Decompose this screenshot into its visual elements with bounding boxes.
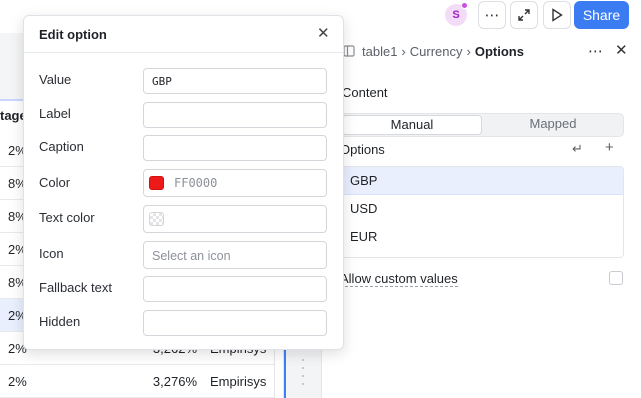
allow-custom-label: Allow custom values <box>340 271 458 287</box>
more-button[interactable]: ⋯ <box>478 1 506 29</box>
color-swatch[interactable] <box>149 176 164 190</box>
table-cell: Empirisys <box>210 374 267 389</box>
fallback-text-input[interactable] <box>143 276 327 302</box>
mode-toggle: Manual Mapped <box>340 113 624 137</box>
dialog-close-icon[interactable]: ✕ <box>317 24 330 42</box>
tab-manual[interactable]: Manual <box>342 115 482 135</box>
divider <box>24 52 343 53</box>
option-item-selected[interactable]: GBP <box>341 167 623 195</box>
color-input[interactable]: FF0000 <box>143 169 327 197</box>
transparent-swatch-icon[interactable] <box>149 212 164 226</box>
value-input[interactable]: GBP <box>143 68 327 94</box>
breadcrumb-current: Options <box>474 44 524 59</box>
text-color-input[interactable] <box>143 205 327 233</box>
option-item[interactable]: EUR <box>341 223 623 251</box>
table-cell: 2% <box>8 374 27 389</box>
icon-label: Icon <box>39 246 64 261</box>
breadcrumb-item[interactable]: table1 <box>362 44 397 59</box>
inspector-panel: table1 › Currency › Options ⋯ ✕ Content Manu… <box>321 33 641 398</box>
panel-close-icon[interactable]: ✕ <box>615 41 628 59</box>
option-item[interactable]: USD <box>341 195 623 223</box>
value-label: Value <box>39 72 72 87</box>
table-row[interactable]: 2% 3,276% Empirisys <box>0 365 275 398</box>
expand-icon <box>518 9 530 21</box>
drag-dot <box>302 359 304 361</box>
chevron-right-icon: › <box>466 44 471 59</box>
caption-input[interactable] <box>143 135 327 161</box>
icon-select[interactable]: Select an icon <box>143 241 327 269</box>
preview-button[interactable] <box>543 1 571 29</box>
hidden-input[interactable] <box>143 310 327 336</box>
user-avatar[interactable]: S <box>445 2 468 26</box>
panel-more-icon[interactable]: ⋯ <box>588 42 603 60</box>
value-text: GBP <box>152 75 172 88</box>
options-list: GBP USD EUR <box>340 166 624 258</box>
table-cell: 3,276% <box>152 374 197 389</box>
drag-dot <box>302 375 304 377</box>
section-title: Content <box>342 85 388 100</box>
share-button[interactable]: Share <box>574 1 629 29</box>
icon-placeholder: Select an icon <box>152 249 231 263</box>
fallback-text-label: Fallback text <box>39 280 112 295</box>
tab-mapped[interactable]: Mapped <box>483 115 623 135</box>
options-label: Options <box>340 142 385 157</box>
hidden-label: Hidden <box>39 314 81 329</box>
dialog-title: Edit option <box>39 27 107 42</box>
caption-label: Caption <box>39 139 84 154</box>
edit-option-dialog: Edit option ✕ Value GBP Label Caption Co… <box>23 15 344 350</box>
presence-dot <box>461 2 468 9</box>
label-input[interactable] <box>143 102 327 128</box>
label-label: Label <box>39 106 71 121</box>
play-icon <box>552 8 563 22</box>
panel-icon <box>343 45 355 57</box>
drag-dot <box>302 367 304 369</box>
add-option-icon[interactable]: + <box>605 139 614 156</box>
breadcrumb-item[interactable]: Currency <box>410 44 463 59</box>
breadcrumb: table1 › Currency › Options <box>362 44 524 59</box>
fullscreen-button[interactable] <box>510 1 538 29</box>
avatar-initial: S <box>452 9 460 21</box>
color-label: Color <box>39 175 71 190</box>
text-color-label: Text color <box>39 210 95 225</box>
chevron-right-icon: › <box>401 44 406 59</box>
undo-icon[interactable]: ↵ <box>572 141 583 157</box>
allow-custom-checkbox[interactable] <box>609 271 623 285</box>
drag-dot <box>302 383 304 385</box>
color-placeholder: FF0000 <box>174 176 218 190</box>
more-icon: ⋯ <box>484 7 500 24</box>
